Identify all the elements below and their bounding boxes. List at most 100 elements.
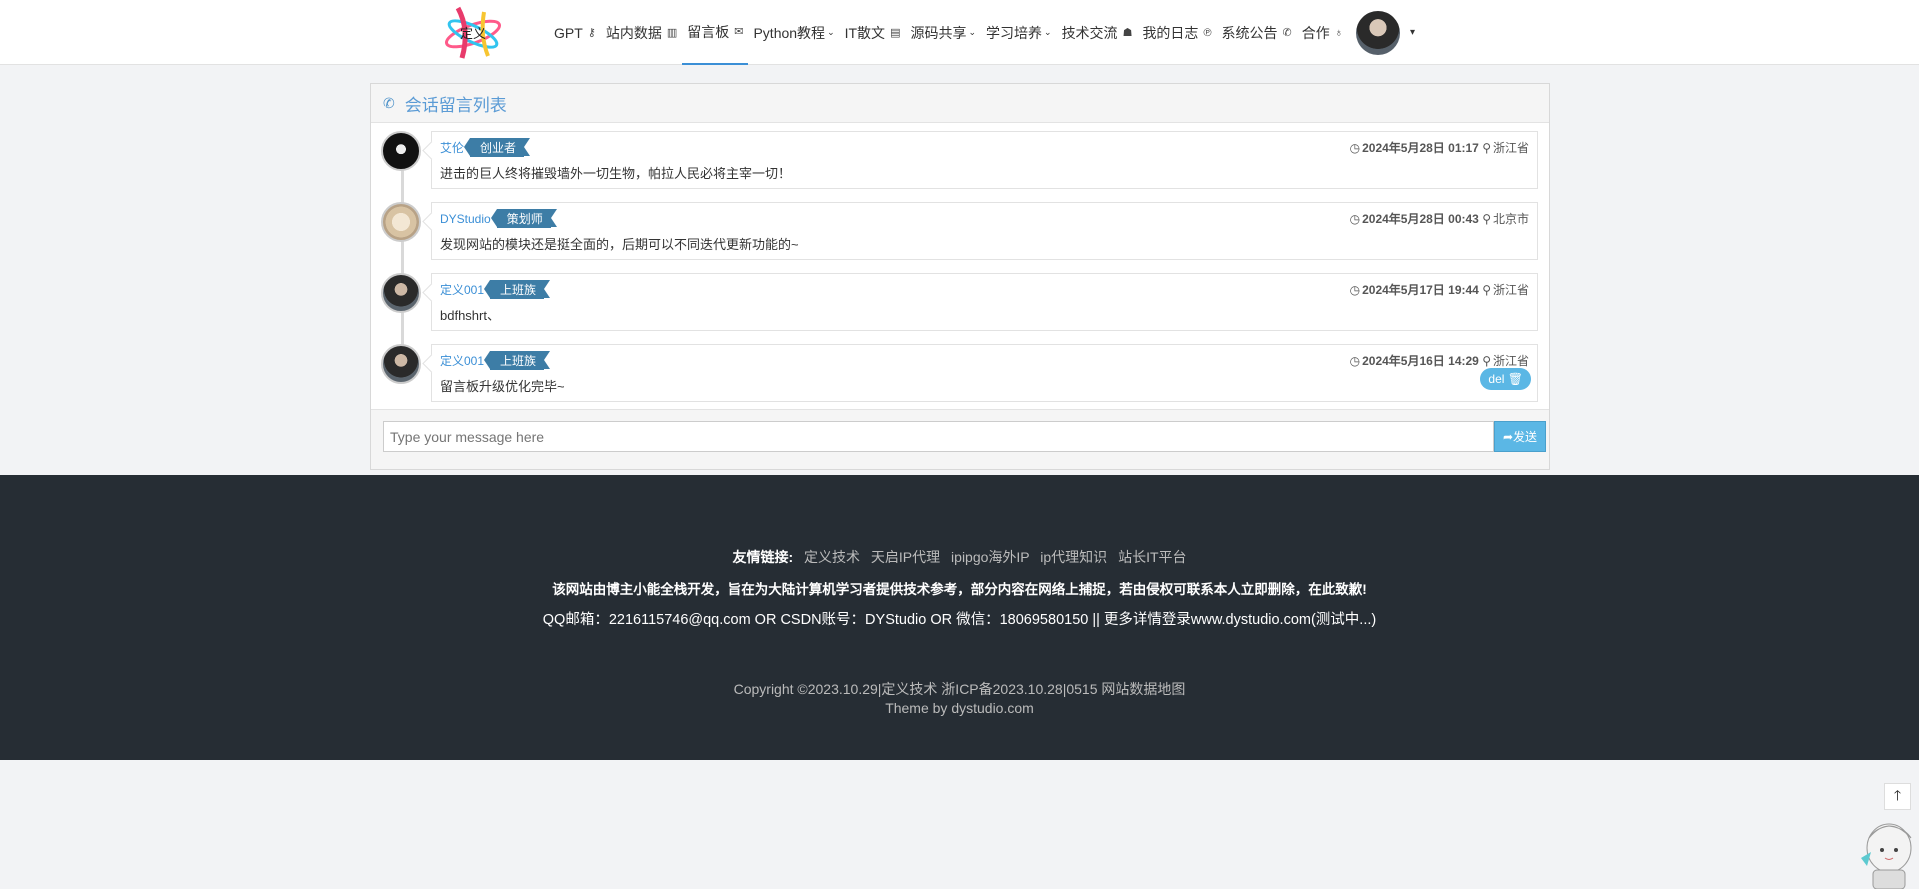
friend-link[interactable]: ipipgo海外IP xyxy=(951,549,1029,565)
timestamp: 2024年5月17日 19:44 xyxy=(1362,283,1479,297)
message-input[interactable] xyxy=(383,421,1494,452)
site-logo[interactable]: 定义 xyxy=(440,0,506,64)
clock-icon: ◷ xyxy=(1349,354,1361,368)
message-bubble: 艾伦 创业者 ◷ 2024年5月28日 01:17 ⚲ 浙江省 进击的巨人终将摧毁墙外… xyxy=(431,131,1538,189)
role-badge: 策划师 xyxy=(490,209,557,228)
message-text: 发现网站的模块还是挺全面的，后期可以不同迭代更新功能的~ xyxy=(440,237,799,252)
nav-label: IT散文 xyxy=(844,24,886,41)
message-bubble: DYStudio 策划师 ◷ 2024年5月28日 00:43 ⚲ 北京市 发现网站的… xyxy=(431,202,1538,260)
message-meta: ◷ 2024年5月16日 14:29 ⚲ 浙江省 xyxy=(1350,352,1529,369)
nav-label: 源码共享 xyxy=(910,24,967,41)
timestamp: 2024年5月28日 00:43 xyxy=(1362,212,1479,226)
delete-button[interactable]: del 🗑 xyxy=(1480,368,1531,390)
github-icon: ☗ xyxy=(1122,27,1133,39)
main-nav: GPT ⚷ 站内数据 ▥ 留言板 ✉ Python教程 ⌄ IT散文 ▤ 源码共享 ⌄ 学习… xyxy=(549,0,1415,65)
clock-icon: ◷ xyxy=(1349,283,1361,297)
friend-link[interactable]: ip代理知识 xyxy=(1040,549,1107,565)
nav-label: 站内数据 xyxy=(605,24,662,41)
location: 北京市 xyxy=(1492,212,1529,226)
nav-item-learning[interactable]: 学习培养 ⌄ xyxy=(981,0,1057,65)
nav-item-tech-exchange[interactable]: 技术交流 ☗ xyxy=(1057,0,1138,65)
envelope-icon: ✉ xyxy=(734,26,744,38)
message-text: bdfhshrt、 xyxy=(440,308,500,323)
nav-item-my-diary[interactable]: 我的日志 ℗ xyxy=(1137,0,1216,65)
chevron-down-icon: ⌄ xyxy=(1044,27,1052,37)
panel-header: ✆ 会话留言列表 xyxy=(371,84,1549,123)
nav-item-source-sharing[interactable]: 源码共享 ⌄ xyxy=(905,0,981,65)
caret-down-icon[interactable]: ▾ xyxy=(1410,27,1415,38)
message-panel: ✆ 会话留言列表 艾伦 创业者 ◷ 2024年5月28日 01:17 ⚲ 浙江省 进击… xyxy=(370,83,1550,470)
friend-link[interactable]: 定义技术 xyxy=(804,549,860,565)
nav-label: 我的日志 xyxy=(1142,24,1199,41)
nav-label: 学习培养 xyxy=(986,24,1043,41)
clock-icon: ◷ xyxy=(1349,141,1361,155)
message-meta: ◷ 2024年5月17日 19:44 ⚲ 浙江省 xyxy=(1350,281,1529,298)
location-icon: ⚲ xyxy=(1482,354,1491,368)
avatar[interactable] xyxy=(381,344,421,384)
location: 浙江省 xyxy=(1492,283,1529,297)
author-name[interactable]: 艾伦 xyxy=(440,141,464,155)
location-icon: ⚲ xyxy=(1482,283,1491,297)
pinterest-icon: ℗ xyxy=(1203,26,1212,39)
nav-label: 技术交流 xyxy=(1061,24,1118,41)
avatar[interactable] xyxy=(381,131,421,171)
chevron-down-icon: ⌄ xyxy=(968,27,977,37)
clock-icon: ◷ xyxy=(1349,212,1361,226)
role-badge: 上班族 xyxy=(484,280,551,299)
send-button[interactable]: ➦ 发送 xyxy=(1494,421,1546,452)
nav-label: Python教程 xyxy=(753,24,826,41)
newspaper-icon: ▤ xyxy=(890,27,901,39)
nav-label: 合作 xyxy=(1301,24,1330,41)
friend-link[interactable]: 天启IP代理 xyxy=(871,549,940,565)
contact-info: QQ邮箱：2216115746@qq.com OR CSDN账号：DYStudi… xyxy=(542,612,1377,628)
mascot-image[interactable] xyxy=(1855,808,1917,889)
location: 浙江省 xyxy=(1492,141,1529,155)
friend-links: 友情链接: 定义技术 天启IP代理 ipipgo海外IP ip代理知识 站长IT… xyxy=(0,547,1919,567)
author-name[interactable]: 定义001 xyxy=(440,354,484,368)
nav-item-python-tutorial[interactable]: Python教程 ⌄ xyxy=(748,0,839,65)
nav-item-message-board[interactable]: 留言板 ✉ xyxy=(682,0,749,65)
key-icon: ⚷ xyxy=(587,27,596,39)
location-icon: ⚲ xyxy=(1482,141,1491,155)
location-icon: ⚲ xyxy=(1482,212,1491,226)
friend-links-label: 友情链接: xyxy=(732,549,794,565)
nav-label: GPT xyxy=(554,24,583,41)
nav-item-announcements[interactable]: 系统公告 ✆ xyxy=(1217,0,1297,65)
send-label: 发送 xyxy=(1513,430,1538,444)
nav-label: 系统公告 xyxy=(1221,24,1278,41)
nav-item-it-essays[interactable]: IT散文 ▤ xyxy=(840,0,906,65)
theme-credit[interactable]: Theme by dystudio.com xyxy=(0,700,1919,716)
role-badge: 上班族 xyxy=(484,351,551,370)
author-name[interactable]: 定义001 xyxy=(440,283,484,297)
bar-chart-icon: ▥ xyxy=(666,27,678,39)
back-to-top-button[interactable]: 🡑 xyxy=(1884,783,1911,810)
avatar[interactable] xyxy=(381,273,421,313)
friend-link[interactable]: 站长IT平台 xyxy=(1118,549,1186,565)
panel-title: 会话留言列表 xyxy=(404,95,507,116)
copyright[interactable]: Copyright ©2023.10.29|定义技术 浙ICP备2023.10.… xyxy=(0,679,1919,699)
message-meta: ◷ 2024年5月28日 01:17 ⚲ 浙江省 xyxy=(1350,139,1529,156)
nav-item-gpt[interactable]: GPT ⚷ xyxy=(549,0,601,65)
footer: 友情链接: 定义技术 天启IP代理 ipipgo海外IP ip代理知识 站长IT… xyxy=(0,475,1919,760)
message-bubble: 定义001 上班族 ◷ 2024年5月17日 19:44 ⚲ 浙江省 bdfhshrt… xyxy=(431,273,1538,331)
comment-icon: ✆ xyxy=(383,94,395,111)
timestamp: 2024年5月16日 14:29 xyxy=(1362,354,1479,368)
author-name[interactable]: DYStudio xyxy=(440,212,491,226)
share-icon: ➦ xyxy=(1502,429,1514,444)
timestamp: 2024年5月28日 01:17 xyxy=(1362,141,1479,155)
message-input-area: ➦发送 xyxy=(371,409,1549,469)
nav-label: 留言板 xyxy=(687,23,730,40)
comments-icon: ✆ xyxy=(1282,27,1292,39)
message-list: 艾伦 创业者 ◷ 2024年5月28日 01:17 ⚲ 浙江省 进击的巨人终将摧毁墙外… xyxy=(371,123,1549,415)
message-item: DYStudio 策划师 ◷ 2024年5月28日 00:43 ⚲ 北京市 发现网站的… xyxy=(381,202,1538,273)
avatar[interactable] xyxy=(381,202,421,242)
message-text: 留言板升级优化完毕~ xyxy=(440,379,565,394)
message-bubble: 定义001 上班族 ◷ 2024年5月16日 14:29 ⚲ 浙江省 留言板升级优化完… xyxy=(431,344,1538,402)
logo-text: 定义 xyxy=(460,27,486,42)
lightbulb-icon: ♁ xyxy=(1334,26,1344,39)
nav-item-site-data[interactable]: 站内数据 ▥ xyxy=(601,0,682,65)
message-text: 进击的巨人终将摧毁墙外一切生物，帕拉人民必将主宰一切！ xyxy=(440,166,792,181)
nav-item-cooperation[interactable]: 合作 ♁ xyxy=(1297,0,1348,65)
user-avatar[interactable] xyxy=(1356,10,1401,55)
location: 浙江省 xyxy=(1492,354,1529,368)
